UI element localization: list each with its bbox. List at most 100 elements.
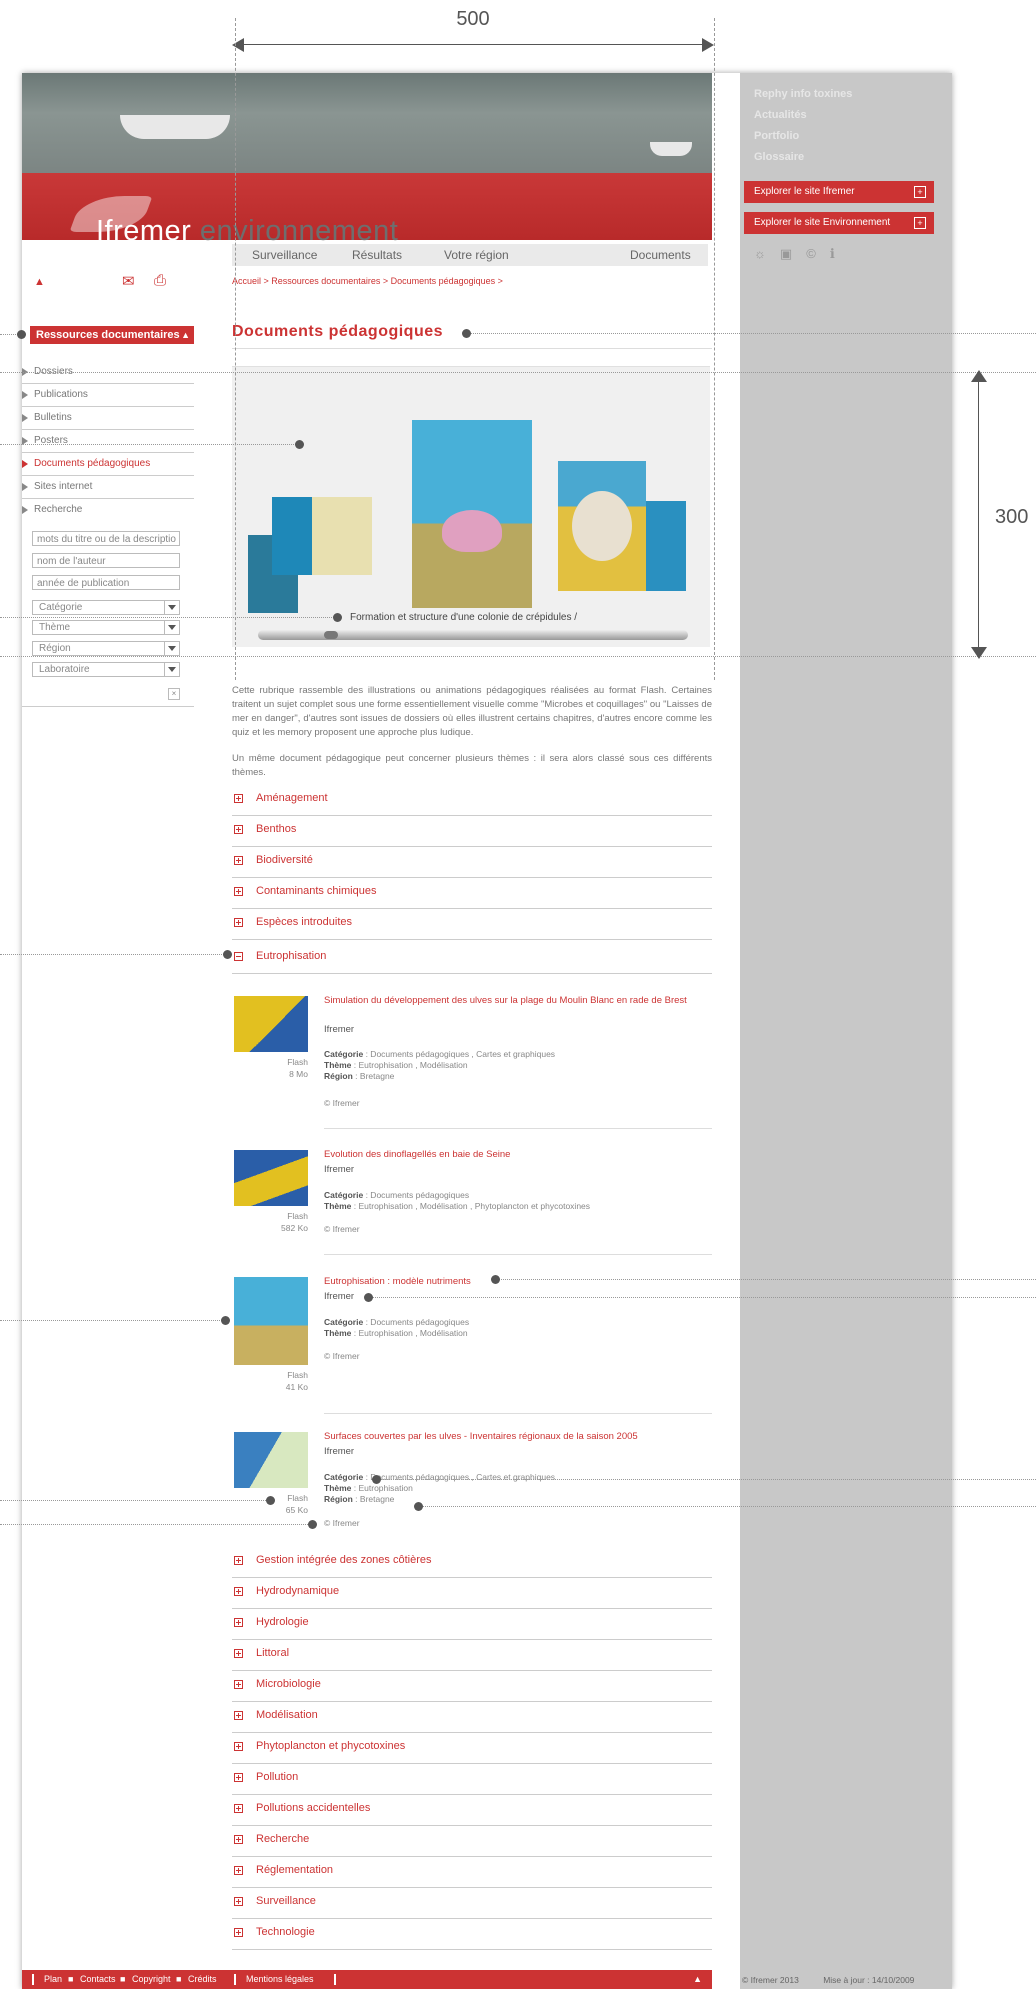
category-label[interactable]: Benthos — [256, 823, 296, 835]
category-row[interactable]: Technologie — [232, 1920, 712, 1950]
category-row[interactable]: Modélisation — [232, 1703, 712, 1733]
category-row[interactable]: Biodiversité — [232, 848, 712, 878]
category-row[interactable]: Espèces introduites — [232, 910, 712, 940]
expand-icon[interactable] — [234, 1866, 243, 1875]
print-icon[interactable]: ⎙ — [154, 272, 166, 289]
scroll-top-icon[interactable]: ▲ — [34, 276, 45, 288]
expand-icon[interactable] — [234, 1835, 243, 1844]
category-label[interactable]: Réglementation — [256, 1864, 333, 1876]
category-label[interactable]: Espèces introduites — [256, 916, 352, 928]
category-select[interactable]: Catégorie — [32, 600, 180, 615]
right-menu-item[interactable]: Rephy info toxines — [754, 88, 852, 100]
email-icon[interactable]: ✉ — [122, 272, 135, 290]
category-label[interactable]: Hydrologie — [256, 1616, 309, 1628]
document-thumbnail[interactable] — [234, 996, 308, 1052]
right-menu-item[interactable]: Glossaire — [754, 151, 804, 163]
laboratory-select[interactable]: Laboratoire — [32, 662, 180, 677]
image-icon[interactable]: ▣ — [780, 246, 806, 261]
info-icon[interactable]: ℹ — [830, 246, 849, 261]
carousel-thumbnail-active[interactable] — [412, 420, 532, 608]
expand-icon[interactable] — [234, 856, 243, 865]
category-label[interactable]: Pollution — [256, 1771, 298, 1783]
category-row[interactable]: Pollutions accidentelles — [232, 1796, 712, 1826]
document-title[interactable]: Eutrophisation : modèle nutriments — [324, 1275, 704, 1288]
nav-documents[interactable]: Documents — [630, 248, 691, 262]
category-row[interactable]: Phytoplancton et phycotoxines — [232, 1734, 712, 1764]
category-label[interactable]: Aménagement — [256, 792, 328, 804]
search-title-input[interactable]: mots du titre ou de la descriptio — [32, 531, 180, 546]
document-title[interactable]: Evolution des dinoflagellés en baie de S… — [324, 1148, 704, 1161]
breadcrumb[interactable]: Accueil > Ressources documentaires > Doc… — [232, 276, 503, 286]
category-row[interactable]: Littoral — [232, 1641, 712, 1671]
document-thumbnail[interactable] — [234, 1432, 308, 1488]
expand-icon[interactable] — [234, 918, 243, 927]
expand-icon[interactable] — [234, 1711, 243, 1720]
category-label[interactable]: Eutrophisation — [256, 950, 326, 962]
sun-icon[interactable]: ☼ — [754, 246, 780, 261]
collapse-icon[interactable] — [234, 952, 243, 961]
category-row[interactable]: Microbiologie — [232, 1672, 712, 1702]
expand-icon[interactable] — [234, 1556, 243, 1565]
copyright-icon[interactable]: © — [806, 246, 830, 261]
document-carousel[interactable] — [232, 366, 710, 647]
category-label[interactable]: Phytoplancton et phycotoxines — [256, 1740, 405, 1752]
category-row[interactable]: Surveillance — [232, 1889, 712, 1919]
category-row[interactable]: Contaminants chimiques — [232, 879, 712, 909]
sidebar-item-bulletins[interactable]: Bulletins — [22, 408, 194, 430]
explore-environment-button[interactable]: Explorer le site Environnement + — [744, 212, 934, 234]
expand-icon[interactable] — [234, 1649, 243, 1658]
category-label[interactable]: Pollutions accidentelles — [256, 1802, 370, 1814]
document-title[interactable]: Surfaces couvertes par les ulves - Inven… — [324, 1430, 704, 1443]
category-label[interactable]: Contaminants chimiques — [256, 885, 376, 897]
scrollbar-thumb[interactable] — [324, 631, 338, 639]
carousel-scrollbar[interactable] — [258, 630, 688, 640]
category-label[interactable]: Recherche — [256, 1833, 309, 1845]
category-label[interactable]: Gestion intégrée des zones côtières — [256, 1554, 432, 1566]
explore-ifremer-button[interactable]: Explorer le site Ifremer + — [744, 181, 934, 203]
expand-icon[interactable] — [234, 794, 243, 803]
category-row[interactable]: Hydrodynamique — [232, 1579, 712, 1609]
category-row[interactable]: Aménagement — [232, 786, 712, 816]
footer-link-legal[interactable]: Mentions légales — [246, 1970, 314, 1989]
theme-select[interactable]: Thème — [32, 620, 180, 635]
expand-icon[interactable] — [234, 825, 243, 834]
expand-icon[interactable] — [234, 1804, 243, 1813]
expand-icon[interactable] — [234, 887, 243, 896]
sidebar-item-posters[interactable]: Posters — [22, 431, 194, 453]
expand-icon[interactable] — [234, 1773, 243, 1782]
footer-link-credits[interactable]: Crédits — [188, 1970, 217, 1989]
expand-icon[interactable] — [234, 1897, 243, 1906]
sidebar-item-publications[interactable]: Publications — [22, 385, 194, 407]
sidebar-item-documents-pedagogiques[interactable]: Documents pédagogiques — [22, 454, 194, 476]
right-menu-item[interactable]: Actualités — [754, 109, 807, 121]
category-label[interactable]: Microbiologie — [256, 1678, 321, 1690]
expand-icon[interactable] — [234, 1618, 243, 1627]
footer-link-contacts[interactable]: Contacts — [80, 1970, 116, 1989]
category-label[interactable]: Modélisation — [256, 1709, 318, 1721]
expand-icon[interactable] — [234, 1680, 243, 1689]
nav-votre-region[interactable]: Votre région — [444, 248, 509, 262]
sidebar-item-dossiers[interactable]: Dossiers — [22, 362, 194, 384]
nav-surveillance[interactable]: Surveillance — [252, 248, 317, 262]
sidebar-item-recherche[interactable]: Recherche — [22, 500, 194, 522]
category-label[interactable]: Littoral — [256, 1647, 289, 1659]
nav-resultats[interactable]: Résultats — [352, 248, 402, 262]
right-menu-item[interactable]: Portfolio — [754, 130, 799, 142]
document-thumbnail[interactable] — [234, 1277, 308, 1365]
search-author-input[interactable]: nom de l'auteur — [32, 553, 180, 568]
carousel-thumbnail[interactable] — [558, 461, 646, 591]
category-label[interactable]: Surveillance — [256, 1895, 316, 1907]
category-row[interactable]: Pollution — [232, 1765, 712, 1795]
sidebar-heading[interactable]: Ressources documentaires ▲ — [30, 326, 194, 344]
category-row[interactable]: Réglementation — [232, 1858, 712, 1888]
search-year-input[interactable]: année de publication — [32, 575, 180, 590]
sidebar-item-sites-internet[interactable]: Sites internet — [22, 477, 194, 499]
category-row[interactable]: Recherche — [232, 1827, 712, 1857]
carousel-thumbnail[interactable] — [272, 497, 372, 575]
carousel-thumbnail[interactable] — [646, 501, 686, 591]
footer-link-plan[interactable]: Plan — [44, 1970, 62, 1989]
document-title[interactable]: Simulation du développement des ulves su… — [324, 994, 704, 1007]
category-row-open[interactable]: Eutrophisation — [232, 944, 712, 974]
category-label[interactable]: Biodiversité — [256, 854, 313, 866]
category-label[interactable]: Technologie — [256, 1926, 315, 1938]
